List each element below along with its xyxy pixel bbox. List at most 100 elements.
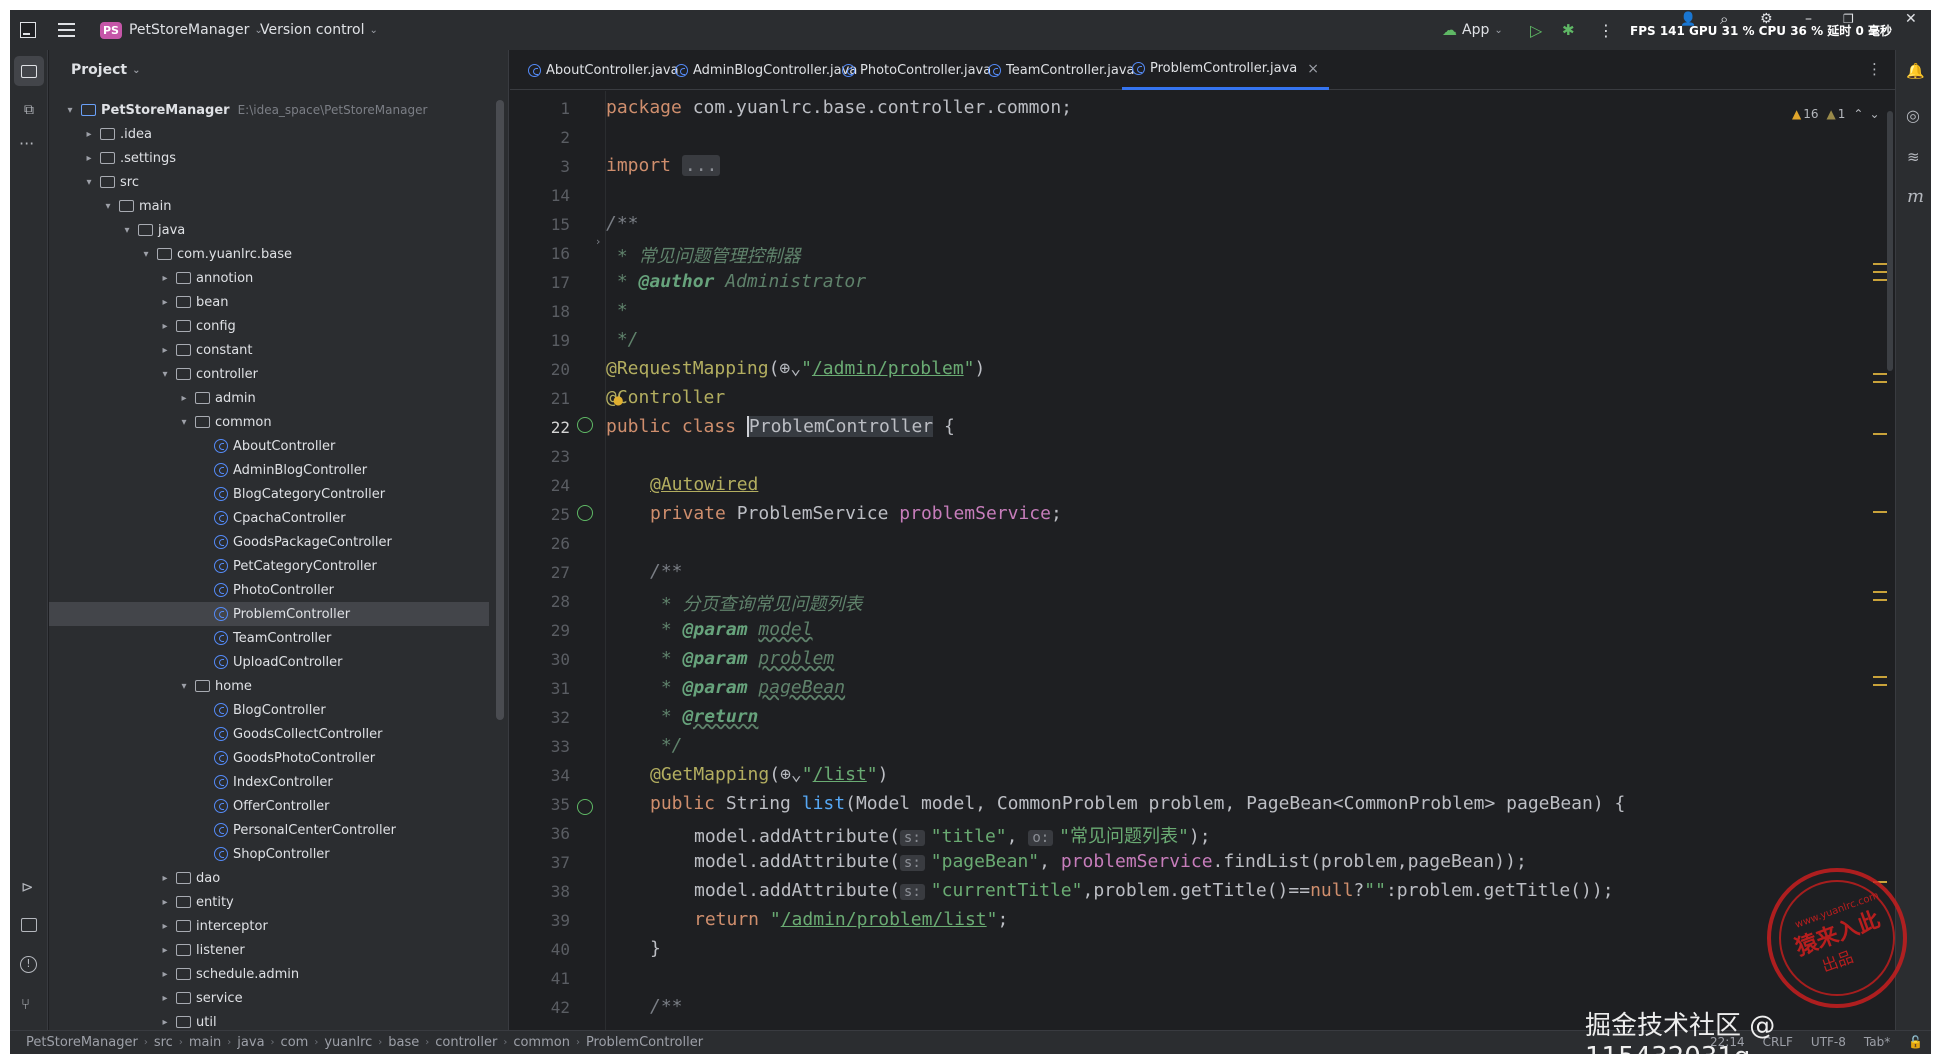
line-number[interactable]: 3 [510,157,570,176]
warning-marker[interactable] [1873,279,1887,281]
tree-folder-item[interactable]: ▾ common [177,410,271,434]
line-number[interactable]: 41 [510,969,570,988]
tree-class-item[interactable]: BlogController [196,698,326,722]
line-number[interactable]: 34 [510,766,570,785]
services-tool-icon[interactable]: ⊳ [21,878,34,896]
more-actions-icon[interactable]: ⋮ [1598,10,1614,50]
tree-folder-item[interactable]: ▾ com.yuanlrc.base [139,242,292,266]
tree-folder-item[interactable]: ▾ java [120,218,185,242]
line-number[interactable]: 17 [510,273,570,292]
chevron-right-icon[interactable]: ▸ [158,273,172,284]
tree-folder-item[interactable]: ▸ service [158,986,242,1010]
tree-class-item[interactable]: PhotoController [196,578,334,602]
account-icon[interactable]: 👤 [1680,10,1696,28]
chevron-right-icon[interactable]: ▸ [158,945,172,956]
tree-folder-item[interactable]: ▸ entity [158,890,233,914]
tree-class-item[interactable]: CpachaController [196,506,346,530]
line-number[interactable]: 31 [510,679,570,698]
tab-editor-file[interactable]: AboutController.java [518,50,689,90]
line-number[interactable]: 36 [510,824,570,843]
breadcrumb-item[interactable]: controller [435,1035,497,1050]
warning-marker[interactable] [1873,263,1887,265]
request-mapping-gutter-icon[interactable] [577,799,593,815]
warning-marker[interactable] [1873,271,1887,273]
chevron-right-icon[interactable]: ▸ [158,321,172,332]
tree-class-item[interactable]: AboutController [196,434,335,458]
tab-editor-file[interactable]: ProblemController.java × [1122,50,1330,90]
line-number[interactable]: 2 [510,128,570,147]
spring-inject-gutter-icon[interactable] [577,505,593,521]
line-number[interactable]: 20 [510,360,570,379]
chevron-down-icon[interactable]: ▾ [139,249,153,260]
app-logo-icon[interactable] [20,10,36,50]
breadcrumb-item[interactable]: yuanlrc [324,1035,372,1050]
tree-folder-item[interactable]: ▸ interceptor [158,914,267,938]
breadcrumb-item[interactable]: java [237,1035,264,1050]
line-number[interactable]: 15 [510,215,570,234]
line-number[interactable]: 18 [510,302,570,321]
web-globe-icon[interactable]: ⊕⌄ [779,358,801,379]
more-tools-icon[interactable]: ··· [19,134,34,153]
chevron-right-icon[interactable]: ▸ [158,873,172,884]
line-number[interactable]: 38 [510,882,570,901]
tree-folder-item[interactable]: ▸ .idea [82,122,151,146]
chevron-down-icon[interactable]: ▾ [177,681,191,692]
tree-class-item[interactable]: GoodsCollectController [196,722,382,746]
line-number[interactable]: 35 [510,795,570,814]
line-number[interactable]: 19 [510,331,570,350]
chevron-down-icon[interactable]: ▾ [120,225,134,236]
code-editor[interactable]: › ▲ 16 ▲ 1 ⌃ ⌄ package com.yuanlrc.base.… [510,91,1895,1030]
ai-assistant-icon[interactable]: ◎ [1906,106,1920,125]
tree-class-item[interactable]: PetCategoryController [196,554,377,578]
vcs-menu[interactable]: Version control ⌄ [260,10,378,50]
tree-class-item[interactable]: IndexController [196,770,333,794]
tree-class-item[interactable]: ShopController [196,842,330,866]
warning-marker[interactable] [1873,684,1887,686]
chevron-right-icon[interactable]: ▸ [82,153,96,164]
breadcrumb-item[interactable]: com [281,1035,309,1050]
minimize-icon[interactable]: – [1805,10,1812,28]
warning-marker[interactable] [1873,373,1887,375]
close-tab-icon[interactable]: × [1307,61,1319,77]
chevron-down-icon[interactable]: ⌄ [1869,107,1879,121]
warning-marker[interactable] [1873,676,1887,678]
tree-folder-item[interactable]: ▸ dao [158,866,220,890]
breadcrumb-item[interactable]: common [513,1035,570,1050]
line-number[interactable]: 30 [510,650,570,669]
tree-class-item[interactable]: AdminBlogController [196,458,367,482]
line-number[interactable]: 27 [510,563,570,582]
main-menu-icon[interactable] [58,10,75,50]
search-icon[interactable]: ⌕ [1720,10,1728,28]
chevron-down-icon[interactable]: ▾ [63,105,77,116]
chevron-right-icon[interactable]: ▸ [158,969,172,980]
chevron-down-icon[interactable]: ▾ [101,201,115,212]
restore-icon[interactable]: ❐ [1843,10,1854,28]
line-number[interactable]: 37 [510,853,570,872]
tree-folder-item[interactable]: ▸ annotion [158,266,253,290]
notifications-icon[interactable]: 🔔 [1906,62,1925,80]
intention-bulb-icon[interactable]: ● [613,393,623,407]
tree-class-item[interactable]: GoodsPhotoController [196,746,375,770]
line-number[interactable]: 40 [510,940,570,959]
tree-root[interactable]: ▾ PetStoreManager E:\idea_space\PetStore… [63,98,427,122]
chevron-right-icon[interactable]: ▸ [158,921,172,932]
editor-scrollbar[interactable] [1887,111,1893,371]
chevron-right-icon[interactable]: ▸ [82,129,96,140]
chevron-right-icon[interactable]: ▸ [158,345,172,356]
line-number[interactable]: 39 [510,911,570,930]
tree-folder-item[interactable]: ▾ src [82,170,139,194]
web-globe-icon[interactable]: ⊕⌄ [780,764,802,785]
tree-folder-item[interactable]: ▸ constant [158,338,252,362]
breadcrumb-item[interactable]: base [388,1035,419,1050]
chevron-up-icon[interactable]: ⌃ [1853,107,1863,121]
line-number[interactable]: 33 [510,737,570,756]
line-number[interactable]: 29 [510,621,570,640]
debug-icon[interactable]: ✱ [1562,10,1575,50]
inspection-widget[interactable]: ▲ 16 ▲ 1 ⌃ ⌄ [1792,107,1880,121]
line-number[interactable]: 25 [510,505,570,524]
line-number[interactable]: 21 [510,389,570,408]
settings-gear-icon[interactable]: ⚙ [1760,10,1773,28]
chevron-right-icon[interactable]: ▸ [158,1017,172,1028]
tab-options-icon[interactable]: ⋮ [1867,60,1882,78]
tree-class-item[interactable]: BlogCategoryController [196,482,385,506]
